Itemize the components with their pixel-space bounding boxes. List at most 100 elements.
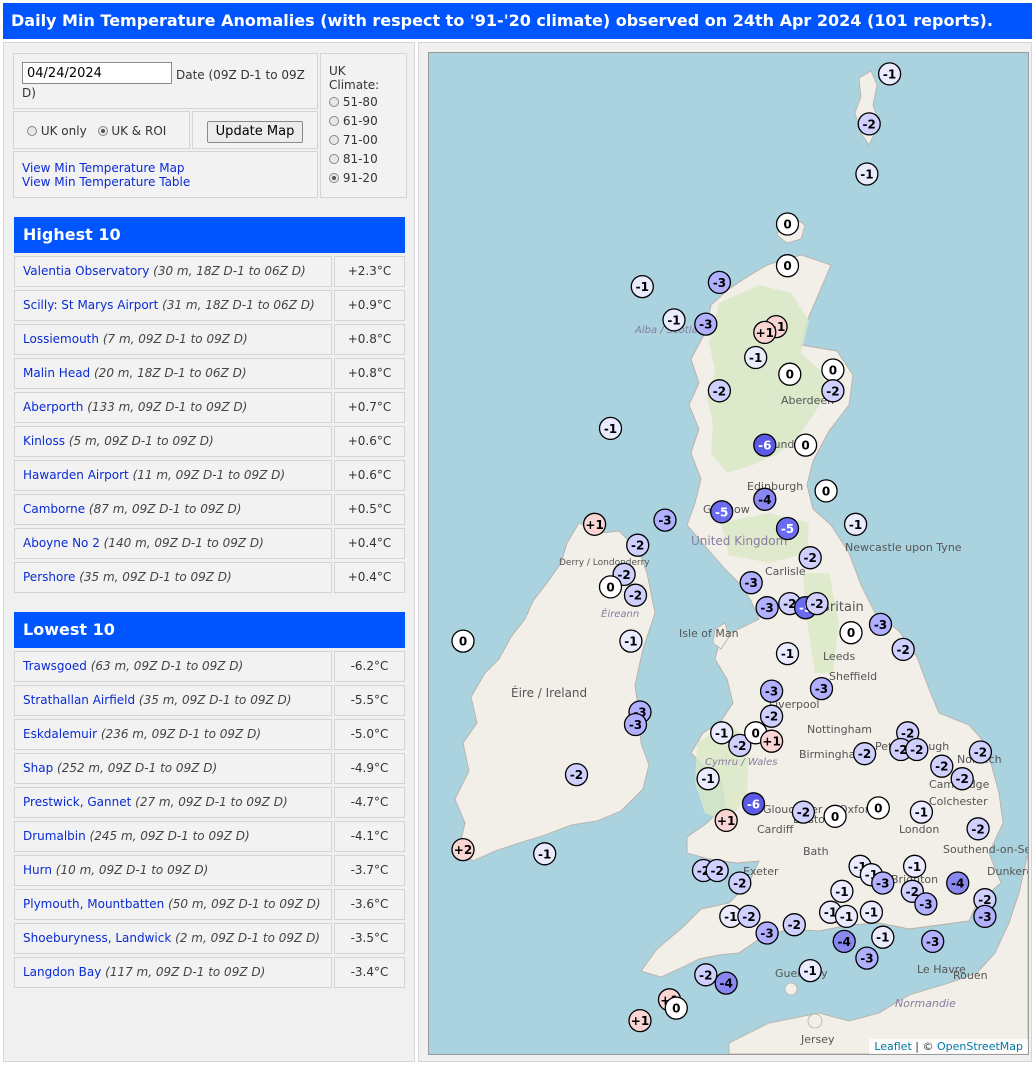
anomaly-marker[interactable]: -2	[805, 591, 829, 616]
anomaly-marker[interactable]: +2	[451, 837, 475, 862]
anomaly-marker[interactable]: -2	[857, 112, 881, 136]
anomaly-marker[interactable]: -2	[694, 963, 718, 987]
anomaly-marker[interactable]: -4	[714, 971, 738, 995]
anomaly-marker[interactable]: -1	[830, 879, 854, 903]
climate-radio-61-90[interactable]	[329, 116, 339, 126]
anomaly-marker[interactable]: 0	[821, 358, 845, 382]
station-link[interactable]: Hawarden Airport	[23, 468, 129, 482]
station-link[interactable]: Prestwick, Gannet	[23, 795, 131, 809]
anomaly-marker[interactable]: -3	[921, 929, 945, 954]
anomaly-marker[interactable]: -2	[852, 742, 877, 766]
anomaly-marker[interactable]: 0	[451, 629, 475, 653]
anomaly-marker[interactable]: 0	[814, 479, 838, 503]
station-link[interactable]: Trawsgoed	[23, 659, 87, 673]
anomaly-marker[interactable]: 0	[778, 362, 802, 386]
openstreetmap-link[interactable]: OpenStreetMap	[937, 1040, 1023, 1053]
anomaly-marker[interactable]: -3	[759, 679, 784, 703]
anomaly-marker[interactable]: -1	[834, 904, 859, 929]
station-link[interactable]: Shoeburyness, Landwick	[23, 931, 171, 945]
anomaly-marker[interactable]: -4	[832, 929, 856, 954]
date-input[interactable]	[22, 62, 172, 84]
anomaly-marker[interactable]: 0	[823, 804, 847, 828]
anomaly-marker[interactable]: -4	[753, 487, 777, 511]
anomaly-marker[interactable]: -1	[798, 958, 822, 983]
anomaly-marker[interactable]: 0	[775, 254, 800, 278]
anomaly-marker[interactable]: -1	[855, 162, 879, 186]
anomaly-marker[interactable]: -3	[871, 871, 895, 895]
anomaly-marker[interactable]: -1	[533, 842, 557, 866]
station-link[interactable]: Pershore	[23, 570, 75, 584]
anomaly-marker[interactable]: -2	[930, 754, 954, 778]
station-link[interactable]: Langdon Bay	[23, 965, 101, 979]
uk-roi-radio[interactable]	[97, 126, 108, 136]
anomaly-marker[interactable]: -2	[626, 533, 650, 557]
anomaly-marker[interactable]: -2	[728, 871, 752, 895]
anomaly-marker[interactable]: -3	[973, 904, 997, 929]
update-map-button[interactable]: Update Map	[207, 121, 303, 143]
anomaly-marker[interactable]: -6	[741, 792, 766, 816]
anomaly-marker[interactable]: -2	[968, 740, 993, 764]
anomaly-marker[interactable]: -1	[696, 767, 720, 791]
anomaly-marker[interactable]: -3	[694, 312, 718, 336]
climate-radio-71-00[interactable]	[329, 135, 339, 145]
anomaly-marker[interactable]: -1	[909, 800, 934, 824]
anomaly-marker[interactable]: -2	[791, 800, 816, 824]
station-link[interactable]: Malin Head	[23, 366, 90, 380]
anomaly-marker[interactable]: -2	[821, 379, 845, 403]
leaflet-link[interactable]: Leaflet	[874, 1040, 911, 1053]
anomaly-marker[interactable]: -2	[705, 858, 729, 883]
anomaly-marker[interactable]: -3	[914, 892, 938, 916]
anomaly-marker[interactable]: -2	[564, 762, 589, 787]
anomaly-marker[interactable]: -3	[623, 712, 648, 737]
anomaly-marker[interactable]: +1	[582, 512, 607, 536]
station-link[interactable]: Aboyne No 2	[23, 536, 100, 550]
anomaly-marker[interactable]: -1	[843, 512, 868, 536]
anomaly-marker[interactable]: -2	[737, 904, 761, 929]
anomaly-marker[interactable]: 0	[866, 796, 890, 820]
view-map-link[interactable]: View Min Temperature Map	[22, 161, 190, 175]
anomaly-marker[interactable]: -2	[950, 767, 974, 791]
anomaly-marker[interactable]: -2	[623, 583, 648, 607]
anomaly-marker[interactable]: -6	[753, 433, 777, 457]
anomaly-marker[interactable]: 0	[839, 621, 863, 645]
climate-radio-81-10[interactable]	[329, 154, 339, 164]
anomaly-marker[interactable]: 0	[775, 212, 800, 236]
station-link[interactable]: Kinloss	[23, 434, 65, 448]
anomaly-marker[interactable]: -3	[707, 270, 732, 295]
anomaly-marker[interactable]: -1	[775, 641, 800, 666]
anomaly-marker[interactable]: -1	[744, 345, 768, 370]
anomaly-marker[interactable]: -5	[775, 516, 800, 541]
anomaly-marker[interactable]: -3	[739, 571, 763, 595]
station-link[interactable]: Shap	[23, 761, 53, 775]
anomaly-marker[interactable]: -1	[598, 416, 623, 441]
anomaly-marker[interactable]: 0	[664, 996, 688, 1020]
anomaly-map[interactable]: Aberdeen Dundee Edinburgh Glasgow United…	[428, 52, 1029, 1055]
anomaly-marker[interactable]: -1	[662, 308, 686, 332]
anomaly-marker[interactable]: -3	[855, 946, 879, 970]
anomaly-marker[interactable]: -2	[759, 704, 784, 728]
anomaly-marker[interactable]: -3	[809, 676, 834, 701]
anomaly-marker[interactable]: -1	[630, 274, 654, 299]
anomaly-marker[interactable]: -1	[859, 900, 884, 924]
station-link[interactable]: Drumalbin	[23, 829, 86, 843]
anomaly-marker[interactable]: -2	[707, 379, 732, 403]
anomaly-marker[interactable]: -3	[755, 596, 779, 620]
station-link[interactable]: Valentia Observatory	[23, 264, 149, 278]
view-table-link[interactable]: View Min Temperature Table	[22, 175, 190, 189]
anomaly-marker[interactable]: -3	[755, 921, 779, 945]
anomaly-marker[interactable]: -2	[966, 817, 990, 841]
anomaly-marker[interactable]: -4	[946, 871, 970, 895]
anomaly-marker[interactable]: -2	[891, 637, 915, 662]
uk-only-radio[interactable]	[27, 126, 37, 136]
station-link[interactable]: Scilly: St Marys Airport	[23, 298, 158, 312]
station-link[interactable]: Aberporth	[23, 400, 83, 414]
anomaly-marker[interactable]: -5	[710, 500, 734, 524]
climate-radio-91-20[interactable]	[329, 173, 339, 183]
station-link[interactable]: Lossiemouth	[23, 332, 99, 346]
anomaly-marker[interactable]: -2	[782, 913, 806, 937]
anomaly-marker[interactable]: -1	[619, 629, 643, 653]
anomaly-marker[interactable]: +1	[759, 729, 784, 753]
anomaly-marker[interactable]: +1	[628, 1008, 652, 1033]
anomaly-marker[interactable]: -1	[877, 62, 902, 86]
anomaly-marker[interactable]: -2	[905, 737, 929, 762]
